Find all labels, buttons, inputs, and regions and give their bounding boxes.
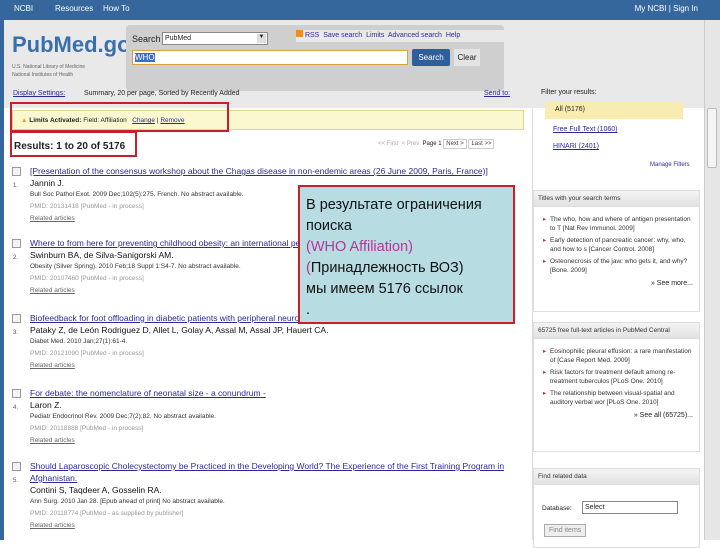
pmc-item[interactable]: Risk factors for treatment default among… [543,368,693,386]
find-items-button[interactable]: Find items [544,524,587,537]
pmc-box: 65725 free full-text articles in PubMed … [533,322,700,452]
query-text: WHO [135,53,155,62]
result-source: Ann Surg. 2010 Jan 28. [Epub ahead of pr… [30,498,225,505]
result-title-link[interactable]: [Presentation of the consensus workshop … [30,165,532,177]
result-pmid: PMID: 20121090 [PubMed - in process] [30,350,144,357]
database-value: PubMed [165,35,192,42]
result-checkbox[interactable] [12,239,21,248]
logo-sub1: U.S. National Library of Medicine [12,64,86,70]
prev-page[interactable]: < Prev [402,141,420,147]
result-title-link[interactable]: For debate: the nomenclature of neonatal… [30,387,532,399]
titles-box: Titles with your search terms The who, h… [533,190,700,312]
send-to-link[interactable]: Send to: [484,90,510,97]
pmc-item[interactable]: Eosinophilic pleural effusion: a rare ma… [543,347,693,365]
related-db-select[interactable]: Select [582,501,678,514]
result-checkbox[interactable] [12,167,21,176]
callout-who: WHO Affiliation) [310,239,413,255]
result-number: 1. [13,183,19,189]
filter-free-full-text[interactable]: Free Full Text (1060) [553,126,617,133]
see-all-link[interactable]: » See all (65725)... [534,410,699,427]
result-source: Pediatr Endocrinol Rev. 2009 Dec;7(2):82… [30,413,216,420]
limits-link[interactable]: Limits [366,32,384,39]
related-data-box: Find related data Database: Select Find … [533,468,700,548]
resources-menu[interactable]: Resources [55,4,93,13]
last-page[interactable]: Last >> [468,139,495,149]
pubmed-logo[interactable]: PubMed.gov [12,32,143,58]
highlight-limits [10,102,229,132]
scrollbar[interactable] [704,20,720,540]
next-page[interactable]: Next > [443,139,467,149]
save-search-link[interactable]: Save search [323,32,362,39]
search-button[interactable]: Search [412,49,450,66]
result-pmid: PMID: 20118888 [PubMed - in process] [30,425,144,432]
callout-translation: Принадлежность ВОЗ) [310,260,464,276]
related-articles-link[interactable]: Related articles [30,360,532,372]
pmc-box-header: 65725 free full-text articles in PubMed … [534,323,699,339]
result-pmid: PMID: 20118774 [PubMed - as supplied by … [30,510,184,517]
manage-filters-link[interactable]: Manage Filters [650,162,690,168]
result-authors: Pataky Z, de León Rodriguez D, Allet L, … [30,325,329,335]
result-title-link[interactable]: Should Laparoscopic Cholecystectomy be P… [30,460,532,484]
result-source: Diabet Med. 2010 Jan;27(1):61-4. [30,338,128,345]
page-number: Page 1 [422,141,442,147]
clear-button[interactable]: Clear [454,49,480,66]
help-link[interactable]: Help [446,32,460,39]
scrollbar-thumb[interactable] [707,108,717,168]
title-item[interactable]: Early detection of pancreatic cancer: wh… [543,236,693,254]
title-item[interactable]: Osteonecrosis of the jaw: who gets it, a… [543,257,693,275]
pager: << First < Prev Page 1 Next > Last >> [378,139,495,149]
display-summary: Summary, 20 per page, Sorted by Recently… [84,90,240,97]
advanced-search-link[interactable]: Advanced search [388,32,442,39]
result-number: 2. [13,255,19,261]
callout-text: В результате ограничения поиска [306,197,482,234]
callout-count: мы имеем 5176 ссылок [306,281,463,297]
search-input[interactable]: WHO [132,50,408,65]
database-select[interactable]: PubMed ▼ [162,32,268,45]
result-checkbox[interactable] [12,389,21,398]
howto-menu[interactable]: How To [103,4,130,13]
logo-sub2: National Institutes of Health [12,72,74,78]
rss-link[interactable]: RSS [305,32,319,39]
chevron-down-icon: ▼ [257,34,266,43]
highlight-count [10,131,137,157]
pmc-item[interactable]: The relationship between visual-spatial … [543,389,693,407]
related-articles-link[interactable]: Related articles [30,520,532,532]
filter-hinari[interactable]: HINARI (2401) [553,143,599,150]
result-checkbox[interactable] [12,314,21,323]
filter-title: Filter your results: [541,89,597,96]
first-page[interactable]: << First [378,141,398,147]
annotation-callout: В результате ограничения поиска (WHO Aff… [298,185,515,324]
result-number: 3. [13,330,19,336]
callout-dot: . [306,302,311,318]
rss-icon [296,30,303,37]
result-item: 4. For debate: the nomenclature of neona… [12,387,532,447]
ncbi-topbar: NCBI Resources How To My NCBI | Sign In [0,0,720,20]
result-authors: Contini S, Taqdeer A, Gosselin RA. [30,485,162,495]
account-links[interactable]: My NCBI | Sign In [635,4,698,13]
header-links: RSS Save search Limits Advanced search H… [296,30,506,42]
result-number: 4. [13,405,19,411]
result-authors: Laron Z. [30,400,62,410]
title-item[interactable]: The who, how and where of antigen presen… [543,215,693,233]
related-data-header: Find related data [534,469,699,485]
ncbi-link[interactable]: NCBI [14,4,33,13]
filter-all[interactable]: All (5176) [545,102,683,119]
display-settings-link[interactable]: Display Settings: [13,90,65,97]
see-more-link[interactable]: » See more... [534,278,699,295]
result-number: 5. [13,478,19,484]
result-item: 5. Should Laparoscopic Cholecystectomy b… [12,460,532,532]
search-label: Search [132,34,161,44]
database-label: Database: [542,505,572,512]
related-db-value: Select [585,504,605,511]
result-checkbox[interactable] [12,462,21,471]
titles-box-header: Titles with your search terms [534,191,699,207]
related-articles-link[interactable]: Related articles [30,435,532,447]
